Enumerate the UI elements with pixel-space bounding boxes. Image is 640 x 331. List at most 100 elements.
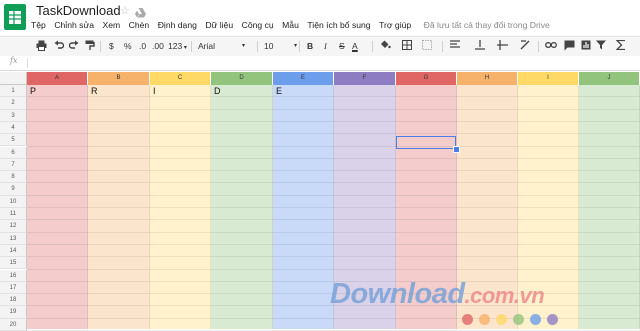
insert-comment-icon[interactable] <box>564 40 575 54</box>
chevron-down-icon: ▾ <box>294 43 298 49</box>
column-header-c[interactable]: C <box>150 72 211 85</box>
row-header[interactable]: 20 <box>0 318 27 331</box>
column-header-f[interactable]: F <box>334 72 396 85</box>
row-header[interactable]: 13 <box>0 232 27 245</box>
row-header[interactable]: 9 <box>0 183 27 196</box>
watermark-main: Download <box>330 278 465 310</box>
horizontal-align-icon[interactable] <box>450 40 460 53</box>
row-header[interactable]: 4 <box>0 121 27 135</box>
increase-decimal-button[interactable]: .00 <box>152 40 164 52</box>
font-family-select[interactable]: Arial ▾ <box>198 40 246 52</box>
cell-c1[interactable]: I <box>153 86 156 96</box>
paint-format-icon[interactable] <box>85 40 95 54</box>
select-all-corner[interactable] <box>0 72 27 85</box>
watermark-dot <box>479 314 490 325</box>
menu-data[interactable]: Dữ liệu <box>205 20 233 34</box>
cell-a1[interactable]: P <box>30 86 36 96</box>
formula-bar: fx <box>0 56 640 71</box>
cell-e1[interactable]: E <box>276 86 282 96</box>
row-header[interactable]: 12 <box>0 220 27 233</box>
percent-format-button[interactable]: % <box>124 40 132 52</box>
cell-b1[interactable]: R <box>91 86 98 96</box>
document-title[interactable]: TaskDownload <box>36 3 121 18</box>
more-formats-button[interactable]: 123 ▾ <box>168 40 187 54</box>
text-rotation-icon[interactable] <box>520 40 530 53</box>
currency-format-button[interactable]: $ <box>109 40 114 52</box>
vertical-align-icon[interactable] <box>475 40 485 53</box>
menu-edit[interactable]: Chỉnh sửa <box>54 20 94 34</box>
column-header-i[interactable]: I <box>518 72 579 85</box>
watermark-dot <box>496 314 507 325</box>
more-formats-label: 123 <box>168 41 183 51</box>
insert-link-icon[interactable] <box>545 40 557 53</box>
row-header[interactable]: 5 <box>0 134 27 147</box>
filter-icon[interactable] <box>596 40 606 53</box>
column-header-h[interactable]: H <box>457 72 518 85</box>
row-header[interactable]: 10 <box>0 195 27 208</box>
watermark-dot <box>513 314 524 325</box>
menu-help[interactable]: Trợ giúp <box>379 20 411 34</box>
text-wrapping-icon[interactable] <box>497 40 508 53</box>
menu-insert[interactable]: Chèn <box>129 20 150 34</box>
redo-icon[interactable] <box>68 40 79 53</box>
row-header[interactable]: 17 <box>0 281 27 295</box>
row-header[interactable]: 7 <box>0 158 27 172</box>
watermark-logo: Download.com.vn <box>330 278 545 311</box>
undo-icon[interactable] <box>54 40 65 53</box>
row-header[interactable]: 14 <box>0 244 27 258</box>
row-header[interactable]: 11 <box>0 208 27 221</box>
watermark-dots <box>462 314 564 325</box>
fx-label: fx <box>10 56 18 65</box>
menu-addons[interactable]: Tiện ích bổ sung <box>307 20 370 34</box>
font-size-value: 10 <box>264 41 274 51</box>
print-icon[interactable] <box>36 40 47 54</box>
font-size-select[interactable]: 10 ▾ <box>264 40 298 52</box>
column-header-g[interactable]: G <box>396 72 457 85</box>
fill-color-icon[interactable] <box>380 40 391 54</box>
column-header-d[interactable]: D <box>211 72 273 85</box>
chevron-down-icon: ▾ <box>242 43 246 49</box>
save-status: Đã lưu tất cả thay đổi trong Drive <box>423 20 550 30</box>
watermark-dot <box>462 314 473 325</box>
column-header-j[interactable]: J <box>579 72 640 85</box>
formula-input[interactable] <box>32 56 632 70</box>
functions-icon[interactable] <box>615 39 626 53</box>
text-color-button[interactable]: A <box>352 40 358 52</box>
italic-button[interactable]: I <box>324 40 327 52</box>
row-header[interactable]: 6 <box>0 146 27 159</box>
row-header[interactable]: 18 <box>0 294 27 307</box>
row-header[interactable]: 3 <box>0 109 27 122</box>
menu-format[interactable]: Định dạng <box>158 20 197 34</box>
row-header[interactable]: 15 <box>0 257 27 270</box>
merge-cells-icon[interactable] <box>422 40 432 53</box>
menu-bar: Tệp Chỉnh sửa Xem Chèn Định dạng Dữ liệu… <box>31 20 558 34</box>
sheets-logo-icon[interactable] <box>4 4 26 30</box>
row-header[interactable]: 19 <box>0 306 27 319</box>
cell-d1[interactable]: D <box>214 86 221 96</box>
menu-tools[interactable]: Công cụ <box>242 20 274 34</box>
strikethrough-button[interactable]: S <box>339 40 345 52</box>
insert-chart-icon[interactable] <box>581 40 591 53</box>
chevron-down-icon: ▾ <box>182 45 187 51</box>
decrease-decimal-button[interactable]: .0 <box>139 40 146 52</box>
row-header[interactable]: 16 <box>0 269 27 282</box>
bold-button[interactable]: B <box>307 40 313 52</box>
column-header-b[interactable]: B <box>88 72 150 85</box>
row-header[interactable]: 2 <box>0 97 27 110</box>
app-header: TaskDownload ☆ Tệp Chỉnh sửa Xem Chèn Đị… <box>0 0 640 36</box>
row-header[interactable]: 8 <box>0 171 27 184</box>
borders-icon[interactable] <box>402 40 412 53</box>
menu-templates[interactable]: Mẫu <box>282 20 299 34</box>
column-header-e[interactable]: E <box>273 72 334 85</box>
column-header-a[interactable]: A <box>27 72 88 85</box>
selected-cell-g6[interactable] <box>396 136 456 149</box>
watermark-dot <box>530 314 541 325</box>
toolbar: $ % .0 .00 123 ▾ Arial ▾ 10 ▾ B I S A <box>0 36 640 57</box>
row-header[interactable]: 1 <box>0 85 27 98</box>
fill-handle[interactable] <box>453 146 460 153</box>
star-icon[interactable]: ☆ <box>120 4 130 17</box>
menu-file[interactable]: Tệp <box>31 20 46 34</box>
font-family-value: Arial <box>198 41 216 51</box>
menu-view[interactable]: Xem <box>102 20 120 34</box>
watermark-suffix: .com.vn <box>464 283 545 308</box>
